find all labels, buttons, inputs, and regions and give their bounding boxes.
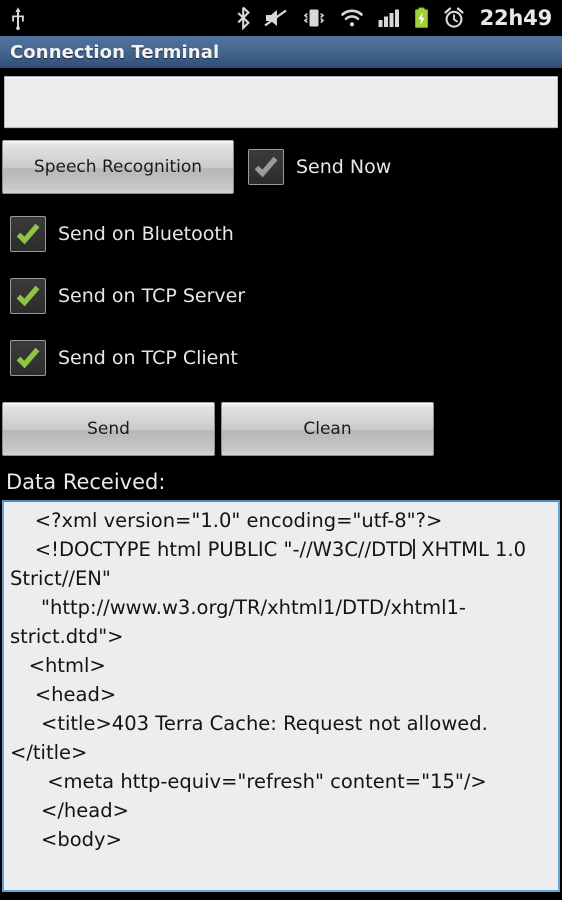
send-on-bluetooth-row[interactable]: Send on Bluetooth	[0, 216, 562, 252]
checkmark-icon	[16, 223, 40, 245]
send-on-tcp-server-row[interactable]: Send on TCP Server	[0, 278, 562, 314]
checkmark-icon	[16, 285, 40, 307]
checkmark-icon	[254, 156, 278, 178]
main-content: Speech Recognition Send Now Send on Blue…	[0, 70, 562, 892]
status-bar-right: 22h49	[236, 6, 552, 30]
send-button[interactable]: Send	[2, 402, 215, 456]
speech-and-sendnow-row: Speech Recognition Send Now	[0, 140, 562, 194]
data-received-label: Data Received:	[6, 470, 166, 494]
message-input[interactable]	[4, 76, 558, 128]
received-text-after-caret: XHTML 1.0 Strict//EN" "http://www.w3.org…	[10, 538, 527, 851]
clean-button[interactable]: Clean	[221, 402, 434, 456]
app-title: Connection Terminal	[10, 41, 220, 63]
usb-icon	[8, 6, 28, 30]
send-on-tcp-client-row[interactable]: Send on TCP Client	[0, 340, 562, 376]
send-now-checkbox-row[interactable]: Send Now	[248, 149, 391, 185]
send-on-bluetooth-checkbox[interactable]	[10, 216, 46, 252]
status-bar-left	[8, 6, 28, 30]
action-buttons-row: Send Clean	[0, 402, 562, 456]
signal-icon	[377, 6, 401, 30]
data-received-textarea[interactable]: <?xml version="1.0" encoding="utf-8"?> <…	[2, 500, 560, 892]
vibrate-icon	[301, 6, 327, 30]
received-text-before-caret: <?xml version="1.0" encoding="utf-8"?> <…	[34, 509, 443, 561]
send-on-tcp-client-label: Send on TCP Client	[58, 347, 238, 369]
send-on-bluetooth-label: Send on Bluetooth	[58, 223, 234, 245]
wifi-icon	[339, 6, 365, 30]
send-now-label: Send Now	[296, 156, 392, 178]
battery-charging-icon	[413, 6, 430, 30]
data-received-content: <?xml version="1.0" encoding="utf-8"?> <…	[10, 506, 552, 854]
checkmark-icon	[16, 347, 40, 369]
speech-recognition-button[interactable]: Speech Recognition	[2, 140, 234, 194]
status-bar-clock: 22h49	[479, 6, 553, 30]
bluetooth-icon	[236, 6, 251, 30]
title-bar: Connection Terminal	[0, 36, 562, 70]
alarm-icon	[442, 6, 466, 30]
send-on-tcp-client-checkbox[interactable]	[10, 340, 46, 376]
mute-icon	[263, 6, 289, 30]
send-on-tcp-server-checkbox[interactable]	[10, 278, 46, 314]
send-now-checkbox[interactable]	[248, 149, 284, 185]
message-input-row	[0, 70, 562, 128]
send-on-tcp-server-label: Send on TCP Server	[58, 285, 246, 307]
status-bar: 22h49	[0, 0, 562, 36]
